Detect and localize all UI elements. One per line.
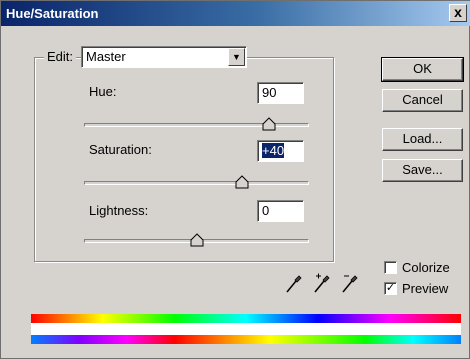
colorize-checkbox[interactable] <box>384 261 397 274</box>
edit-label: Edit: <box>44 47 77 67</box>
lightness-input[interactable]: 0 <box>257 200 304 222</box>
ok-button[interactable]: OK <box>381 57 464 82</box>
colorize-label: Colorize <box>402 260 450 275</box>
save-button[interactable]: Save... <box>382 159 463 182</box>
saturation-input[interactable]: +40 <box>257 140 304 162</box>
eyedropper-plus-icon[interactable] <box>313 272 331 297</box>
eyedropper-icon[interactable] <box>285 272 303 297</box>
preview-checkbox[interactable]: ✓ <box>384 282 397 295</box>
preview-label: Preview <box>402 281 449 296</box>
input-color-spectrum-bar <box>31 314 461 323</box>
edit-channel-value: Master <box>86 49 126 64</box>
title-bar[interactable]: Hue/Saturation x <box>1 1 470 26</box>
cancel-button[interactable]: Cancel <box>382 89 463 112</box>
window-title: Hue/Saturation <box>6 6 99 21</box>
load-button[interactable]: Load... <box>382 128 463 151</box>
saturation-slider-track[interactable] <box>84 181 309 185</box>
color-bar-gap <box>31 323 461 335</box>
output-color-spectrum-bar <box>31 335 461 344</box>
chevron-down-icon[interactable]: ▼ <box>228 48 245 66</box>
hue-label: Hue: <box>89 84 117 99</box>
hue-input[interactable]: 90 <box>257 82 304 104</box>
lightness-label: Lightness: <box>89 203 149 218</box>
eyedropper-minus-icon[interactable] <box>341 272 359 297</box>
hue-saturation-dialog: Hue/Saturation x Edit: Master ▼ Hue: 90 … <box>0 0 470 359</box>
saturation-label: Saturation: <box>89 142 152 157</box>
edit-channel-select[interactable]: Master ▼ <box>81 46 247 68</box>
close-button[interactable]: x <box>449 4 467 22</box>
